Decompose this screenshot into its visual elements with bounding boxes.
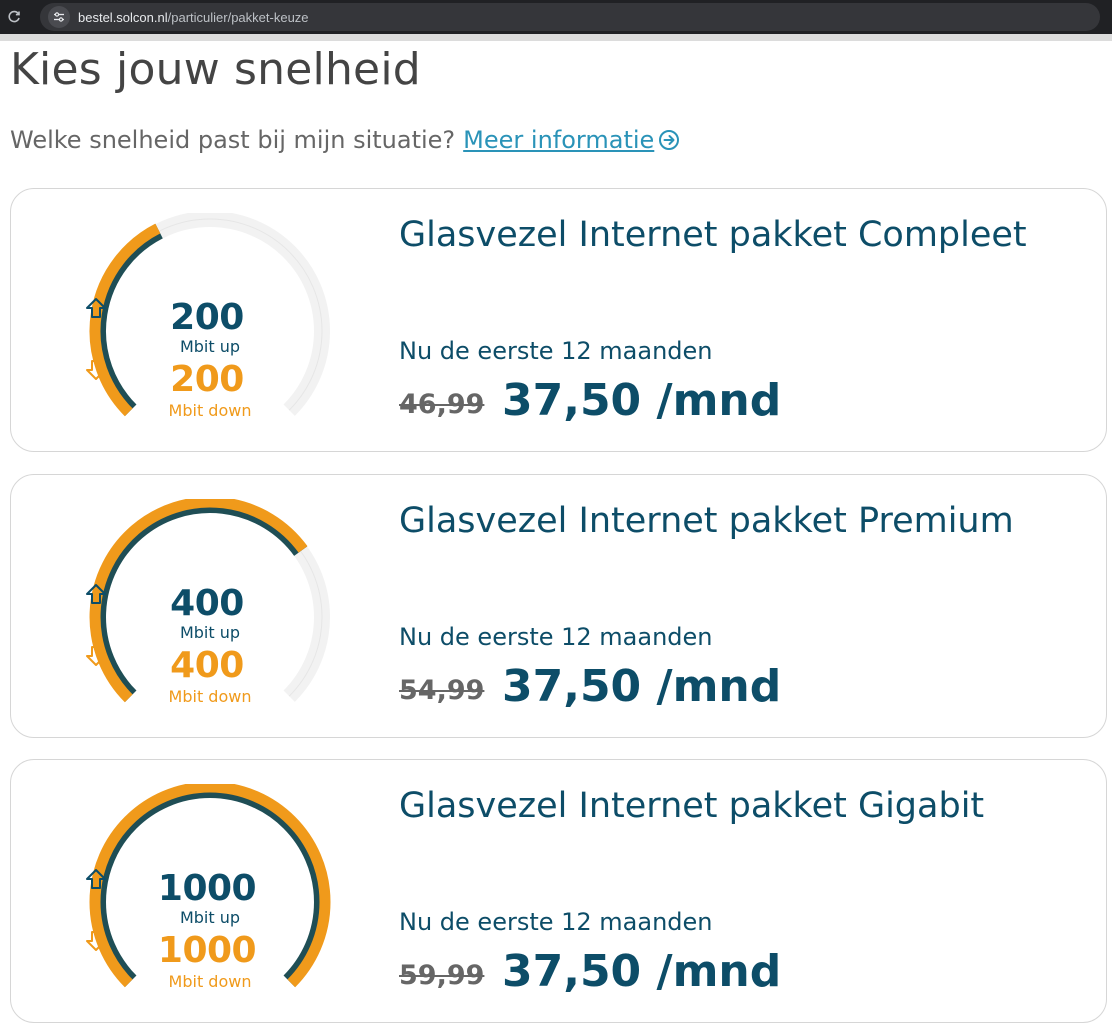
reload-icon[interactable] (0, 0, 28, 34)
upload-unit: Mbit up (179, 337, 241, 356)
page-title: Kies jouw snelheid (10, 44, 421, 95)
url-path: /particulier/pakket-keuze (167, 9, 309, 25)
speed-help-line: Welke snelheid past bij mijn situatie? M… (10, 126, 680, 154)
upload-speed: 1000 (85, 868, 335, 909)
old-price: 46,99 (399, 389, 485, 420)
download-speed: 1000 (85, 930, 335, 971)
promo-period: Nu de eerste 12 maanden (399, 337, 713, 365)
upload-unit: Mbit up (179, 623, 241, 642)
download-value: 200 (170, 359, 244, 400)
upload-speed: 400 (85, 583, 335, 624)
download-unit: Mbit down (168, 401, 252, 420)
site-info-icon[interactable] (48, 6, 70, 28)
upload-unit: Mbit up (179, 908, 241, 927)
upload-value: 1000 (157, 868, 257, 909)
speed-gauge: 400 Mbit up 400 Mbit down (85, 499, 335, 709)
old-price: 59,99 (399, 960, 485, 991)
upload-value: 400 (170, 583, 244, 624)
package-card-compleet[interactable]: 200 Mbit up 200 Mbit down Glasvezel Inte… (10, 188, 1107, 452)
arrow-right-circle-icon (658, 129, 680, 151)
package-name: Glasvezel Internet pakket Premium (399, 501, 1014, 541)
download-value: 400 (170, 645, 244, 686)
download-unit: Mbit down (168, 972, 252, 991)
page-top-divider (0, 34, 1112, 41)
speed-gauge: 1000 Mbit up 1000 Mbit down (85, 784, 335, 994)
promo-period: Nu de eerste 12 maanden (399, 623, 713, 651)
address-bar[interactable]: bestel.solcon.nl/particulier/pakket-keuz… (40, 3, 1100, 31)
browser-toolbar: bestel.solcon.nl/particulier/pakket-keuz… (0, 0, 1112, 34)
speed-gauge: 200 Mbit up 200 Mbit down (85, 213, 335, 423)
download-speed: 400 (85, 645, 335, 686)
package-card-premium[interactable]: 400 Mbit up 400 Mbit down Glasvezel Inte… (10, 474, 1107, 738)
download-unit: Mbit down (168, 687, 252, 706)
package-name: Glasvezel Internet pakket Gigabit (399, 786, 985, 826)
download-speed: 200 (85, 359, 335, 400)
download-value: 1000 (157, 930, 257, 971)
more-info-label: Meer informatie (463, 126, 655, 154)
old-price: 54,99 (399, 675, 485, 706)
new-price: 37,50 /mnd (502, 946, 782, 997)
upload-value: 200 (170, 297, 244, 338)
promo-period: Nu de eerste 12 maanden (399, 908, 713, 936)
more-info-link[interactable]: Meer informatie (463, 126, 680, 154)
package-card-gigabit[interactable]: 1000 Mbit up 1000 Mbit down Glasvezel In… (10, 759, 1107, 1023)
speed-help-text: Welke snelheid past bij mijn situatie? (10, 126, 456, 154)
new-price: 37,50 /mnd (502, 375, 782, 426)
url-text: bestel.solcon.nl/particulier/pakket-keuz… (78, 10, 309, 25)
package-name: Glasvezel Internet pakket Compleet (399, 215, 1027, 255)
url-host: bestel.solcon.nl (78, 9, 168, 25)
upload-speed: 200 (85, 297, 335, 338)
new-price: 37,50 /mnd (502, 661, 782, 712)
